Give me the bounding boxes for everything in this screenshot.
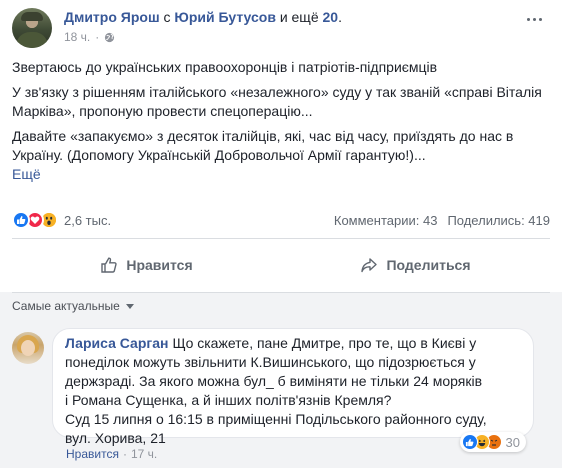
post-actions: Нравится Поделиться [12, 248, 550, 282]
stats-right: Комментарии: 43 Поделились: 419 [334, 213, 550, 228]
sort-label: Самые актуальные [12, 299, 120, 313]
meta-separator: · [95, 30, 100, 44]
comment-time[interactable]: 17 ч. [131, 447, 157, 461]
comment-actions: Нравится · 17 ч. [66, 447, 157, 461]
comment-bubble: Лариса Сарган Що скажете, пане Дмитре, пр… [52, 328, 534, 446]
comment-reactions[interactable]: 30 [459, 432, 526, 452]
avatar-cap-shape [21, 12, 43, 21]
with-text: с [163, 9, 171, 25]
comment-like-action[interactable]: Нравится [66, 447, 119, 461]
post-paragraph: Звертаюсь до українських правоохоронців … [12, 59, 438, 75]
divider [12, 292, 550, 293]
others-count[interactable]: 20 [323, 9, 339, 25]
comment-text-line: вул. Хорива, 21 [65, 430, 166, 446]
others-suffix: . [338, 9, 342, 25]
comment-actions-separator: · [122, 447, 127, 461]
like-icon [461, 434, 478, 450]
comments-count[interactable]: Комментарии: 43 [334, 213, 438, 228]
commenter-name[interactable]: Лариса Сарган [65, 335, 168, 351]
post-time[interactable]: 18 ч. [64, 30, 90, 44]
see-more-link[interactable]: Ещё [12, 165, 41, 184]
post-meta: 18 ч. · [64, 30, 115, 44]
comment-text-line: Суд 15 липня о 16:15 в приміщенні Поділь… [65, 411, 487, 427]
comments-section: Самые актуальные Лариса Сарган Що скажете… [0, 292, 562, 468]
comment-text-line: і Романа Сущенка, а й інших політв'язнів… [65, 392, 392, 408]
reactions-count[interactable]: 2,6 тыс. [64, 213, 111, 228]
like-button-label: Нравится [126, 257, 193, 273]
author-avatar[interactable] [12, 8, 52, 48]
thumbs-up-icon [101, 257, 118, 273]
author-name[interactable]: Дмитро Ярош [64, 9, 160, 25]
share-button-label: Поделиться [386, 257, 471, 273]
like-button[interactable]: Нравится [12, 248, 281, 282]
reaction-icons[interactable] [12, 211, 58, 229]
shares-count[interactable]: Поделились: 419 [447, 213, 550, 228]
comment-text-line: понеділок можуть звільнити К.Вишинського… [65, 354, 476, 370]
comment-text-line: Що скажете, пане Дмитре, про те, що в Ки… [172, 335, 477, 351]
tagged-user[interactable]: Юрий Бутусов [174, 9, 276, 25]
more-options-icon[interactable] [524, 12, 544, 26]
like-icon[interactable] [12, 211, 30, 229]
and-text: и ещё [279, 9, 319, 25]
share-arrow-icon [361, 258, 378, 273]
divider [12, 238, 550, 239]
avatar-face-shape [21, 340, 35, 356]
comment-reactions-count: 30 [505, 434, 520, 450]
globe-icon[interactable] [104, 32, 115, 43]
comment-text-line: держзраді. За якого можна бул_ б вимінят… [65, 373, 483, 389]
post-paragraph: У зв'язку з рішенням італійського «незал… [12, 84, 542, 119]
avatar-body-shape [16, 32, 48, 48]
post-body: Звертаюсь до українських правоохоронців … [12, 58, 550, 184]
comment-sort-dropdown[interactable]: Самые актуальные [12, 299, 134, 313]
post-paragraph: Давайте «запакуємо» з десяток італійців,… [12, 128, 514, 163]
reactions-bar: 2,6 тыс. Комментарии: 43 Поделились: 419 [12, 209, 550, 231]
commenter-avatar[interactable] [12, 332, 44, 364]
post-header: Дмитро Ярош с Юрий Бутусов и ещё 20. 18 … [12, 8, 550, 52]
share-button[interactable]: Поделиться [281, 248, 550, 282]
author-line: Дмитро Ярош с Юрий Бутусов и ещё 20. [64, 9, 342, 25]
caret-down-icon [125, 303, 134, 309]
